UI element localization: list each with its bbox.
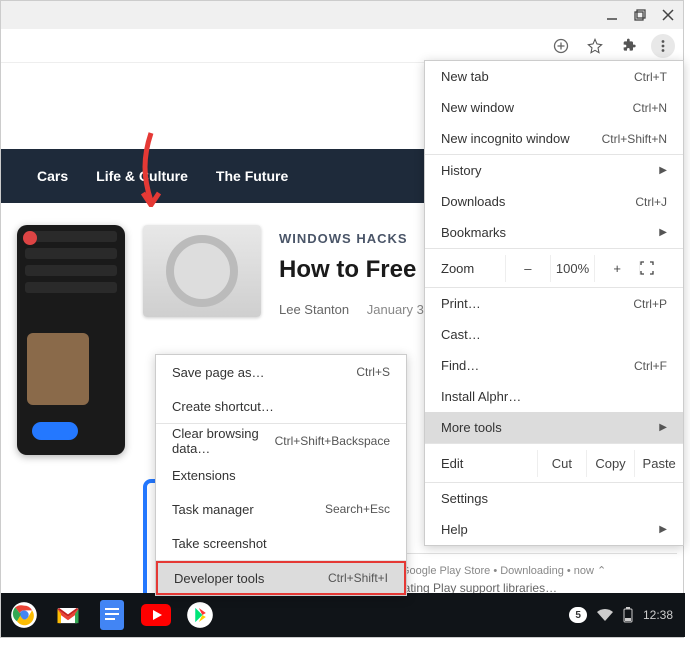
star-icon[interactable]	[583, 34, 607, 58]
submenu-create-shortcut[interactable]: Create shortcut…	[156, 389, 406, 423]
red-arrow-annotation	[139, 127, 163, 207]
more-tools-submenu: Save page as…Ctrl+S Create shortcut… Cle…	[155, 354, 407, 596]
submenu-task-manager[interactable]: Task managerSearch+Esc	[156, 492, 406, 526]
zoom-value: 100%	[550, 255, 595, 282]
close-button[interactable]	[661, 8, 675, 22]
menu-find[interactable]: Find…Ctrl+F	[425, 350, 683, 381]
play-store-app-icon[interactable]	[185, 600, 215, 630]
menu-edit-row: Edit Cut Copy Paste	[425, 444, 683, 482]
menu-downloads[interactable]: DownloadsCtrl+J	[425, 186, 683, 217]
menu-settings[interactable]: Settings	[425, 483, 683, 514]
chrome-app-icon[interactable]	[9, 600, 39, 630]
menu-history[interactable]: History▶	[425, 155, 683, 186]
menu-cast[interactable]: Cast…	[425, 319, 683, 350]
taskbar: 5 12:38	[1, 593, 685, 637]
menu-new-tab[interactable]: New tabCtrl+T	[425, 61, 683, 92]
menu-more-tools[interactable]: More tools▶	[425, 412, 683, 443]
docs-app-icon[interactable]	[97, 600, 127, 630]
menu-new-window[interactable]: New windowCtrl+N	[425, 92, 683, 123]
window-titlebar	[1, 1, 683, 29]
menu-new-incognito[interactable]: New incognito windowCtrl+Shift+N	[425, 123, 683, 154]
chevron-right-icon: ▶	[659, 422, 667, 433]
nav-cars[interactable]: Cars	[37, 168, 68, 184]
submenu-extensions[interactable]: Extensions	[156, 458, 406, 492]
maximize-button[interactable]	[633, 8, 647, 22]
gmail-app-icon[interactable]	[53, 600, 83, 630]
menu-zoom-row: Zoom – 100% +	[425, 249, 683, 287]
chevron-right-icon: ▶	[659, 524, 667, 535]
submenu-save-page[interactable]: Save page as…Ctrl+S	[156, 355, 406, 389]
add-tab-icon[interactable]	[549, 34, 573, 58]
minimize-button[interactable]	[605, 8, 619, 22]
article-thumbnail[interactable]	[143, 225, 261, 317]
notification-count-badge[interactable]: 5	[569, 607, 587, 623]
browser-toolbar	[1, 29, 683, 63]
kebab-menu-icon[interactable]	[651, 34, 675, 58]
fullscreen-icon[interactable]	[639, 261, 675, 275]
menu-help[interactable]: Help▶	[425, 514, 683, 545]
clock[interactable]: 12:38	[643, 608, 673, 622]
zoom-out-button[interactable]: –	[505, 255, 550, 282]
chevron-right-icon: ▶	[659, 227, 667, 238]
menu-install-app[interactable]: Install Alphr…	[425, 381, 683, 412]
chrome-main-menu: New tabCtrl+T New windowCtrl+N New incog…	[424, 60, 684, 546]
chevron-right-icon: ▶	[659, 165, 667, 176]
article-author[interactable]: Lee Stanton	[279, 302, 349, 317]
submenu-developer-tools[interactable]: Developer toolsCtrl+Shift+I	[156, 561, 406, 595]
edit-cut[interactable]: Cut	[537, 450, 586, 477]
nav-future[interactable]: The Future	[216, 168, 288, 184]
extensions-icon[interactable]	[617, 34, 641, 58]
edit-copy[interactable]: Copy	[586, 450, 635, 477]
menu-bookmarks[interactable]: Bookmarks▶	[425, 217, 683, 248]
phone-screenshot	[17, 225, 125, 455]
zoom-in-button[interactable]: +	[594, 255, 639, 282]
menu-print[interactable]: Print…Ctrl+P	[425, 288, 683, 319]
battery-icon[interactable]	[623, 607, 633, 623]
edit-paste[interactable]: Paste	[634, 450, 683, 477]
wifi-icon[interactable]	[597, 609, 613, 621]
youtube-app-icon[interactable]	[141, 600, 171, 630]
submenu-clear-data[interactable]: Clear browsing data…Ctrl+Shift+Backspace	[156, 424, 406, 458]
notification-source: Google Play Store • Downloading • now ⌃	[401, 564, 663, 577]
submenu-screenshot[interactable]: Take screenshot	[156, 526, 406, 560]
